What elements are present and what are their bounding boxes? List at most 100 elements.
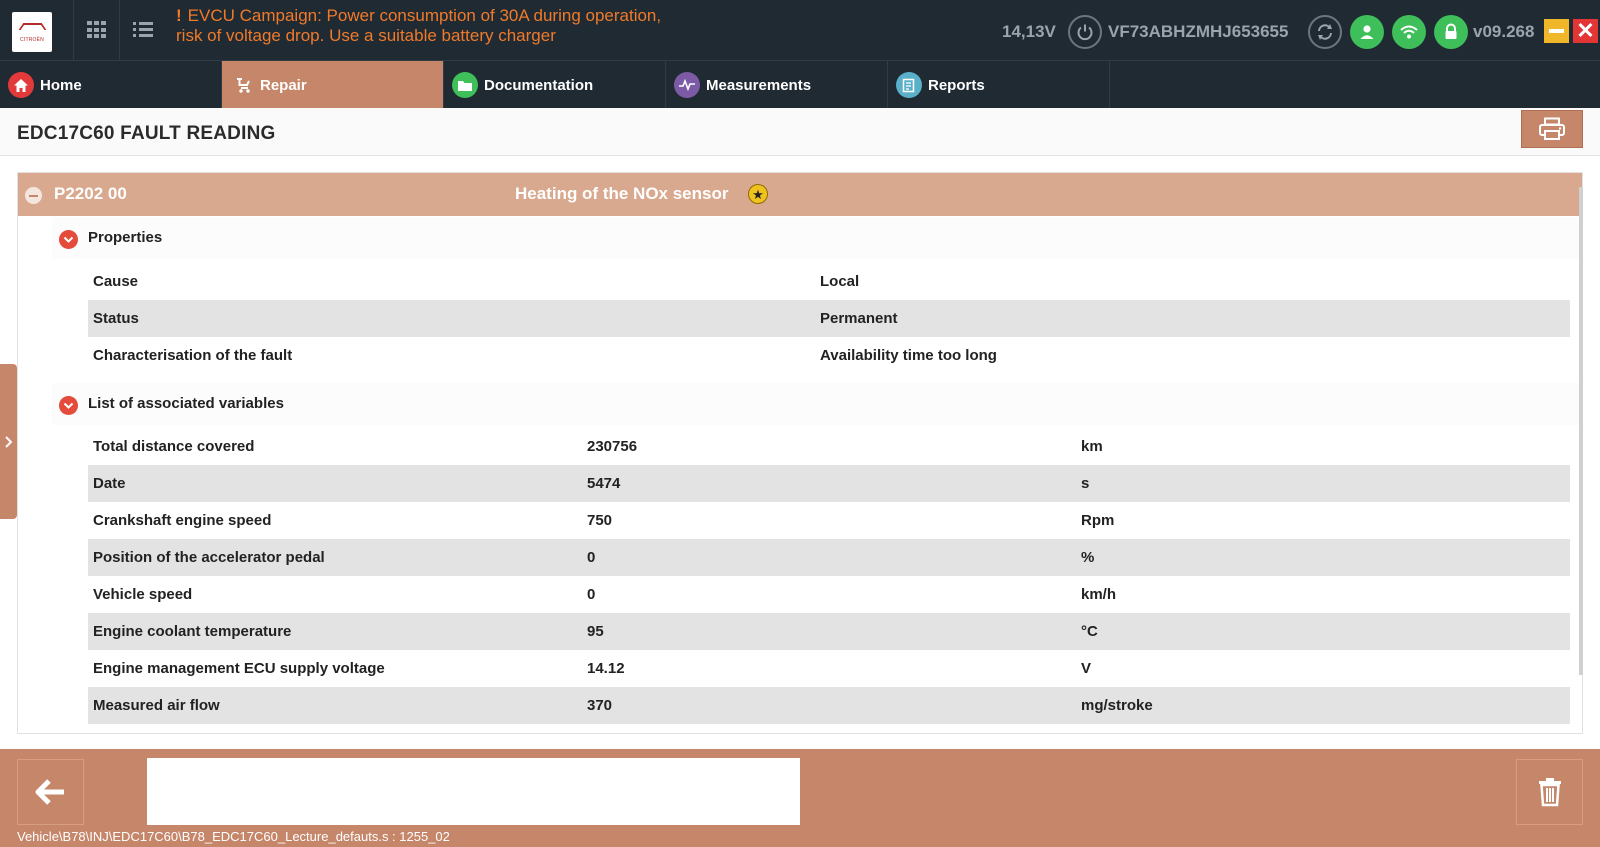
tab-documentation-label: Documentation: [484, 76, 594, 94]
page-header: EDC17C60 FAULT READING: [0, 108, 1600, 156]
variable-unit: %: [1081, 549, 1095, 566]
variable-value: 0: [587, 549, 596, 566]
variable-name: Crankshaft engine speed: [93, 512, 272, 529]
variable-name: Engine coolant temperature: [93, 623, 292, 640]
warning-exclamation-icon: !: [176, 6, 182, 25]
footer-bar: Vehicle\B78\INJ\EDC17C60\B78_EDC17C60_Le…: [0, 749, 1600, 847]
apps-grid-button[interactable]: [73, 0, 119, 60]
campaign-alert: ! EVCU Campaign: Power consumption of 30A…: [176, 6, 736, 46]
logo-container: CITROËN: [0, 0, 64, 60]
variable-unit: Rpm: [1081, 512, 1115, 529]
variable-row: Position of the accelerator pedal 0 %: [88, 539, 1570, 576]
variable-name: Date: [93, 475, 126, 492]
tab-measurements-label: Measurements: [706, 76, 812, 94]
scrollbar[interactable]: [1579, 187, 1583, 675]
variable-row: Engine management ECU supply voltage 14.…: [88, 650, 1570, 687]
power-button[interactable]: [1068, 15, 1102, 49]
list-icon: [132, 22, 153, 38]
property-value: Local: [820, 273, 860, 290]
citroen-logo: CITROËN: [12, 12, 52, 52]
wifi-icon: [1400, 25, 1418, 39]
chevron-right-icon: [4, 435, 12, 448]
tab-home-label: Home: [40, 76, 82, 94]
page-title: EDC17C60 FAULT READING: [17, 123, 276, 144]
variable-row: Date 5474 s: [88, 465, 1570, 502]
variable-value: 750: [587, 512, 613, 529]
variable-unit: mg/stroke: [1081, 697, 1153, 714]
wifi-button[interactable]: [1392, 15, 1426, 49]
side-panel-toggle[interactable]: [0, 364, 17, 519]
lock-button[interactable]: [1434, 15, 1468, 49]
property-row: Status Permanent: [88, 300, 1570, 337]
minimize-icon: [1549, 29, 1564, 33]
tab-repair-label: Repair: [260, 76, 307, 94]
variable-row: Vehicle speed 0 km/h: [88, 576, 1570, 613]
fault-header[interactable]: P2202 00 Heating of the NOx sensor ★: [18, 173, 1582, 216]
variable-name: Measured air flow: [93, 697, 220, 714]
property-value: Permanent: [820, 310, 898, 327]
footer-input-field[interactable]: [147, 758, 800, 825]
user-icon: [1360, 25, 1374, 39]
logo-brand-text: CITROËN: [20, 37, 44, 43]
back-button[interactable]: [17, 759, 84, 825]
script-path: Vehicle\B78\INJ\EDC17C60\B78_EDC17C60_Le…: [17, 829, 450, 844]
variable-name: Engine management ECU supply voltage: [93, 660, 385, 677]
property-name: Characterisation of the fault: [93, 347, 293, 364]
star-icon: ★: [748, 184, 768, 204]
menu-list-button[interactable]: [119, 0, 165, 60]
battery-voltage: 14,13V: [1002, 22, 1056, 41]
variable-name: Position of the accelerator pedal: [93, 549, 325, 566]
variable-row: Engine coolant temperature 95 °C: [88, 613, 1570, 650]
minus-icon: [29, 194, 38, 197]
variable-row: Measured air flow 370 mg/stroke: [88, 687, 1570, 724]
variable-value: 370: [587, 697, 613, 714]
tab-home[interactable]: Home: [0, 61, 222, 109]
variable-row: Crankshaft engine speed 750 Rpm: [88, 502, 1570, 539]
lock-icon: [1445, 23, 1457, 39]
variable-row: Total distance covered 230756 km: [88, 428, 1570, 465]
fault-code: P2202 00: [54, 184, 127, 203]
tab-repair[interactable]: Repair: [222, 61, 444, 109]
variable-unit: km/h: [1081, 586, 1117, 603]
report-icon: [896, 72, 922, 98]
variable-value: 230756: [587, 438, 638, 455]
close-button[interactable]: ✕: [1573, 19, 1598, 43]
chevron-logo-icon: [21, 21, 43, 35]
tab-reports[interactable]: Reports: [888, 61, 1110, 109]
grid-icon: [86, 21, 107, 39]
repair-icon: [234, 72, 254, 98]
properties-title: Properties: [88, 229, 163, 246]
property-value: Availability time too long: [820, 347, 997, 364]
top-bar: CITROËN ! EVCU Campaign: Power consumptio…: [0, 0, 1600, 60]
folder-icon: [452, 72, 478, 98]
variable-unit: s: [1081, 475, 1090, 492]
tab-measurements[interactable]: Measurements: [666, 61, 888, 109]
property-name: Cause: [93, 273, 139, 290]
variables-section-header[interactable]: List of associated variables: [52, 383, 1582, 425]
waveform-icon: [674, 72, 700, 98]
software-version: v09.268: [1473, 22, 1535, 41]
refresh-icon: [1318, 24, 1332, 40]
properties-section-header[interactable]: Properties: [52, 217, 1582, 259]
refresh-button[interactable]: [1308, 15, 1342, 49]
variable-name: Vehicle speed: [93, 586, 193, 603]
user-button[interactable]: [1350, 15, 1384, 49]
alert-line-1: EVCU Campaign: Power consumption of 30A …: [187, 6, 662, 25]
trash-icon: [1538, 778, 1561, 807]
variable-value: 14.12: [587, 660, 625, 677]
chevron-down-icon: [59, 230, 78, 249]
alert-line-2: risk of voltage drop. Use a suitable bat…: [176, 26, 556, 45]
variable-unit: °C: [1081, 623, 1098, 640]
close-icon: ✕: [1576, 18, 1595, 43]
minimize-button[interactable]: [1544, 19, 1569, 43]
collapse-fault-button[interactable]: [25, 187, 42, 204]
tab-documentation[interactable]: Documentation: [444, 61, 666, 109]
fault-details-panel: P2202 00 Heating of the NOx sensor ★ Pro…: [17, 172, 1583, 734]
print-button[interactable]: [1521, 110, 1583, 148]
property-row: Cause Local: [88, 263, 1570, 300]
variable-unit: km: [1081, 438, 1103, 455]
delete-button[interactable]: [1516, 759, 1583, 825]
variable-value: 0: [587, 586, 596, 603]
home-icon: [8, 72, 34, 98]
variables-title: List of associated variables: [88, 395, 284, 412]
